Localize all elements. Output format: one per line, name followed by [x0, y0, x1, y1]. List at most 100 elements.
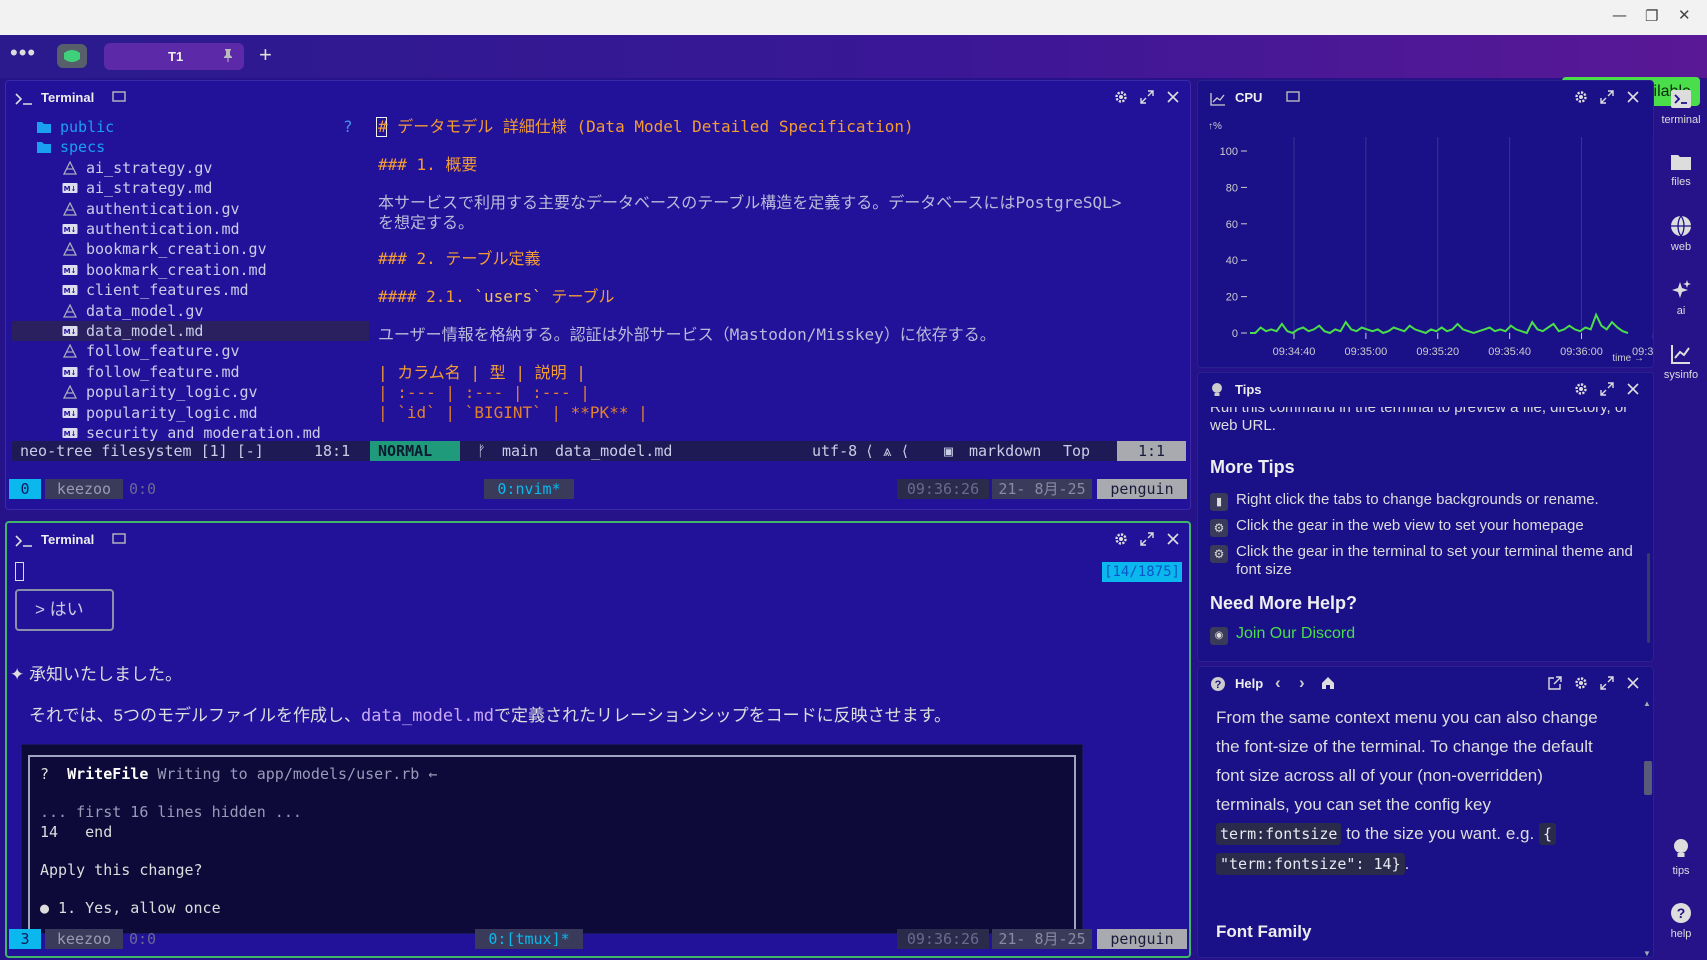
markdown-icon: M↓: [62, 428, 78, 438]
svg-text:?: ?: [1677, 905, 1686, 921]
discord-icon: ◉: [1210, 627, 1228, 645]
cpu-chart: ↑% 100 80 60 40 20 0 09:34:40 09:35:00 09:35:20 09…: [1208, 121, 1653, 364]
chart-line-icon: [1210, 93, 1225, 106]
tree-item[interactable]: M↓ data_model.md: [12, 321, 369, 341]
tmux-user: keezoo: [45, 479, 123, 499]
tmux-window-tab[interactable]: 0:[tmux]*: [475, 929, 583, 949]
markdown-icon: M↓: [62, 407, 78, 418]
external-link-icon[interactable]: [1547, 675, 1563, 691]
scroll-up-icon[interactable]: ▲: [1643, 699, 1651, 708]
tree-item[interactable]: specs: [12, 137, 369, 157]
block-header: Terminal: [6, 81, 1190, 114]
sidebar-help[interactable]: ? help: [1655, 902, 1707, 940]
markdown-icon: M↓: [62, 264, 78, 275]
tree-item-label: follow_feature.gv: [86, 342, 240, 361]
folder-open-icon: [37, 142, 51, 154]
tree-item-label: client_features.md: [86, 281, 249, 300]
restore-icon[interactable]: ❐: [1645, 7, 1658, 25]
help-scrollbar[interactable]: ▲ ▼: [1643, 699, 1653, 957]
home-icon[interactable]: [1320, 675, 1336, 691]
app-menu-icon[interactable]: •••: [10, 42, 36, 64]
need-help-heading: Need More Help?: [1210, 593, 1358, 613]
sidebar-sysinfo[interactable]: sysinfo: [1655, 343, 1707, 381]
maximize-icon[interactable]: [1599, 89, 1615, 105]
gear-icon[interactable]: [1573, 89, 1589, 105]
folder-icon: [1671, 155, 1691, 170]
magnify-icon[interactable]: [111, 531, 127, 547]
close-icon[interactable]: [1165, 89, 1181, 105]
editor-pane[interactable]: # データモデル 詳細仕様 (Data Model Detailed Speci…: [372, 115, 1188, 459]
tmux-statusbar-top: 0 keezoo 0:0 0:nvim* 09:36:26 21- 8月-25 …: [9, 479, 1187, 499]
maximize-icon[interactable]: [1139, 531, 1155, 547]
gear-icon[interactable]: [1113, 531, 1129, 547]
sidebar-web[interactable]: web: [1655, 215, 1707, 253]
heading-1: # データモデル 詳細仕様 (Data Model Detailed Speci…: [378, 117, 914, 136]
tree-item[interactable]: bookmark_creation.gv: [12, 239, 369, 259]
tab-label: T1: [168, 49, 184, 64]
pin-icon[interactable]: [222, 48, 234, 63]
tmux-window-tab[interactable]: 0:nvim*: [484, 479, 574, 499]
sidebar-terminal[interactable]: terminal: [1655, 88, 1707, 126]
magnify-icon[interactable]: [1285, 89, 1301, 105]
y-tick-label: 100: [1220, 146, 1238, 158]
y-tick-label: 20: [1226, 292, 1238, 304]
write-file-dialog: ? WriteFile Writing to app/models/user.r…: [21, 744, 1083, 935]
tree-help-icon[interactable]: ?: [343, 117, 353, 136]
filetype: markdown: [969, 442, 1042, 460]
sidebar-files[interactable]: files: [1655, 152, 1707, 188]
heading-users: #### 2.1. `users` テーブル: [378, 287, 615, 306]
prompt-answer[interactable]: > はい: [15, 589, 114, 631]
maximize-icon[interactable]: [1139, 89, 1155, 105]
maximize-icon[interactable]: [1599, 675, 1615, 691]
maximize-icon[interactable]: [1599, 381, 1615, 397]
tree-item[interactable]: M↓ authentication.md: [12, 219, 369, 239]
scroll-pos: Top: [1063, 442, 1091, 460]
tree-item-label: bookmark_creation.gv: [86, 240, 267, 259]
svg-text:M↓: M↓: [64, 226, 77, 234]
tmux-window-index: 3: [9, 929, 41, 949]
option-yes-once[interactable]: ● 1. Yes, allow once: [40, 899, 221, 917]
tab-t1[interactable]: T1: [104, 43, 244, 70]
tree-item[interactable]: follow_feature.gv: [12, 341, 369, 361]
tree-item[interactable]: authentication.gv: [12, 199, 369, 219]
tree-item[interactable]: M↓ popularity_logic.md: [12, 403, 369, 423]
tree-item[interactable]: public: [12, 117, 369, 137]
md-icon: ▣: [944, 442, 954, 460]
more-tips-heading: More Tips: [1210, 457, 1295, 477]
graph-file-icon: [62, 201, 78, 216]
close-window-icon[interactable]: ✕: [1678, 6, 1691, 24]
gear-icon[interactable]: [1573, 675, 1589, 691]
lightbulb-icon: [1674, 839, 1688, 857]
gear-icon[interactable]: [1573, 381, 1589, 397]
paragraph-1a: 本サービスで利用する主要なデータベースのテーブル構造を定義する。データベースには…: [378, 193, 1122, 212]
back-icon[interactable]: ‹: [1275, 673, 1281, 693]
close-icon[interactable]: [1165, 531, 1181, 547]
tree-item[interactable]: popularity_logic.gv: [12, 382, 369, 402]
minimize-icon[interactable]: —: [1612, 6, 1627, 24]
tree-item[interactable]: M↓ bookmark_creation.md: [12, 260, 369, 280]
tree-item[interactable]: M↓ security_and_moderation.md: [12, 423, 369, 443]
heading-overview: ### 1. 概要: [378, 155, 478, 174]
sidebar-tips[interactable]: tips: [1655, 837, 1707, 877]
magnify-icon[interactable]: [111, 89, 127, 105]
tree-item[interactable]: ai_strategy.gv: [12, 158, 369, 178]
tree-item-label: follow_feature.md: [86, 362, 240, 381]
scroll-down-icon[interactable]: ▼: [1643, 949, 1651, 957]
close-icon[interactable]: [1625, 381, 1641, 397]
scrollbar[interactable]: [1647, 553, 1650, 643]
add-tab-icon[interactable]: +: [259, 43, 272, 67]
tree-item-label: popularity_logic.md: [86, 403, 258, 422]
tree-item[interactable]: M↓ ai_strategy.md: [12, 178, 369, 198]
sidebar-ai[interactable]: ai: [1655, 279, 1707, 317]
close-icon[interactable]: [1625, 675, 1641, 691]
tree-item[interactable]: M↓ client_features.md: [12, 280, 369, 300]
tmux-pane: 0:0: [129, 480, 157, 498]
close-icon[interactable]: [1625, 89, 1641, 105]
block-title: CPU: [1235, 90, 1263, 105]
workspace-icon[interactable]: [57, 44, 87, 68]
tree-item[interactable]: M↓ follow_feature.md: [12, 362, 369, 382]
forward-icon[interactable]: ›: [1299, 673, 1305, 693]
scroll-thumb[interactable]: [1644, 761, 1652, 795]
gear-icon[interactable]: [1113, 89, 1129, 105]
tree-item[interactable]: data_model.gv: [12, 301, 369, 321]
